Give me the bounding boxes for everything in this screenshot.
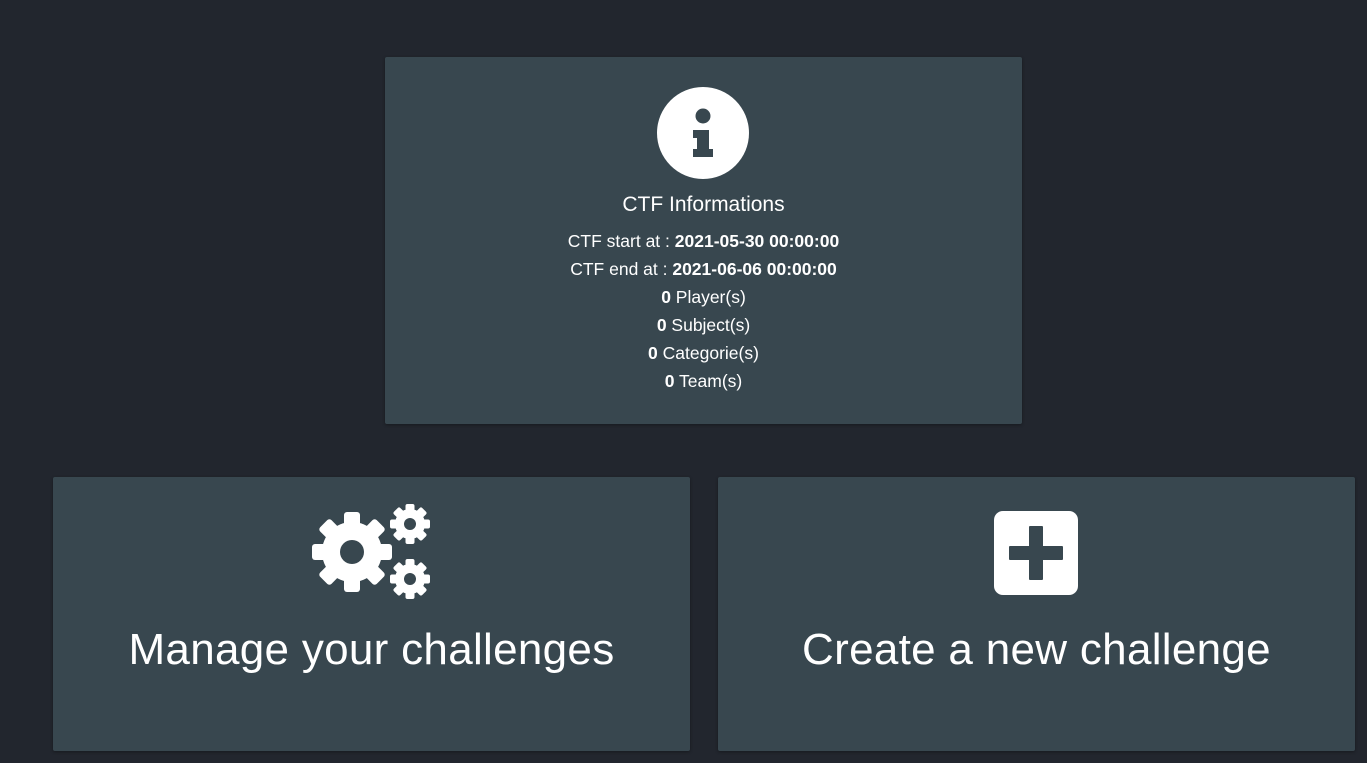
subjects-count-line: 0 Subject(s): [385, 311, 1022, 339]
players-count-line: 0 Player(s): [385, 283, 1022, 311]
cogs-icon: [312, 504, 430, 599]
categories-label: Categorie(s): [657, 343, 759, 363]
subjects-label: Subject(s): [666, 315, 751, 335]
ctf-end-label: CTF end at :: [570, 259, 673, 279]
ctf-info-title: CTF Informations: [622, 193, 785, 216]
admin-dashboard: CTF Informations CTF start at : 2021-05-…: [0, 0, 1367, 763]
teams-count-line: 0 Team(s): [385, 367, 1022, 395]
ctf-start-label: CTF start at :: [567, 231, 675, 251]
teams-label: Team(s): [674, 371, 743, 391]
players-label: Player(s): [670, 287, 746, 307]
players-count: 0: [661, 287, 671, 307]
manage-challenges-label: Manage your challenges: [128, 625, 615, 674]
create-challenge-card[interactable]: Create a new challenge: [718, 477, 1355, 751]
ctf-end-value: 2021-06-06 00:00:00: [672, 259, 837, 279]
categories-count: 0: [648, 343, 658, 363]
manage-challenges-card[interactable]: Manage your challenges: [53, 477, 690, 751]
create-challenge-label: Create a new challenge: [802, 625, 1271, 674]
categories-count-line: 0 Categorie(s): [385, 339, 1022, 367]
ctf-info-card: CTF Informations CTF start at : 2021-05-…: [385, 57, 1022, 424]
ctf-info-details: CTF start at : 2021-05-30 00:00:00 CTF e…: [385, 227, 1022, 395]
ctf-start-value: 2021-05-30 00:00:00: [674, 231, 840, 251]
subjects-count: 0: [656, 315, 667, 335]
info-circle-icon: [657, 87, 749, 179]
plus-square-icon: [994, 511, 1078, 595]
ctf-end-line: CTF end at : 2021-06-06 00:00:00: [385, 255, 1022, 283]
ctf-start-line: CTF start at : 2021-05-30 00:00:00: [385, 227, 1022, 255]
